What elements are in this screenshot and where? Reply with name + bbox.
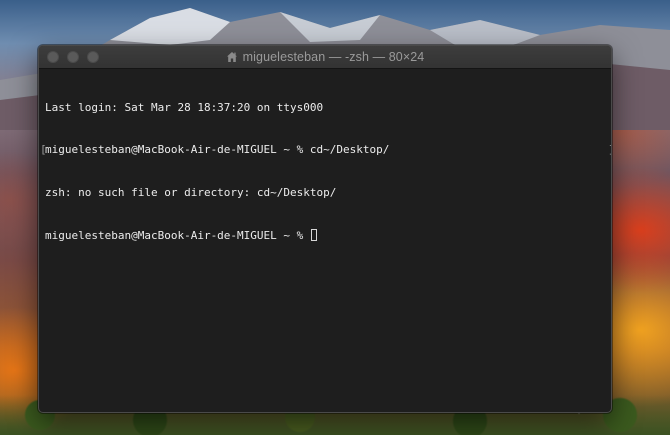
terminal-output[interactable]: Last login: Sat Mar 28 18:37:20 on ttys0… [39, 69, 611, 412]
window-title: miguelesteban — -zsh — 80×24 [39, 46, 611, 68]
terminal-window[interactable]: miguelesteban — -zsh — 80×24 Last login:… [38, 45, 612, 413]
mark-bracket-close: ] [608, 143, 611, 157]
terminal-line: zsh: no such file or directory: cd~/Desk… [45, 186, 337, 200]
home-icon [226, 52, 237, 62]
window-title-text: miguelesteban — -zsh — 80×24 [242, 50, 425, 64]
desktop-wallpaper: miguelesteban — -zsh — 80×24 Last login:… [0, 0, 670, 435]
terminal-line: Last login: Sat Mar 28 18:37:20 on ttys0… [45, 100, 324, 114]
terminal-prompt-line[interactable]: miguelesteban@MacBook-Air-de-MIGUEL ~ % [45, 229, 611, 243]
window-titlebar[interactable]: miguelesteban — -zsh — 80×24 [39, 46, 611, 69]
text-cursor [310, 229, 317, 242]
terminal-line: [miguelesteban@MacBook-Air-de-MIGUEL ~ %… [40, 143, 611, 157]
mark-bracket-open: [ [40, 143, 47, 157]
